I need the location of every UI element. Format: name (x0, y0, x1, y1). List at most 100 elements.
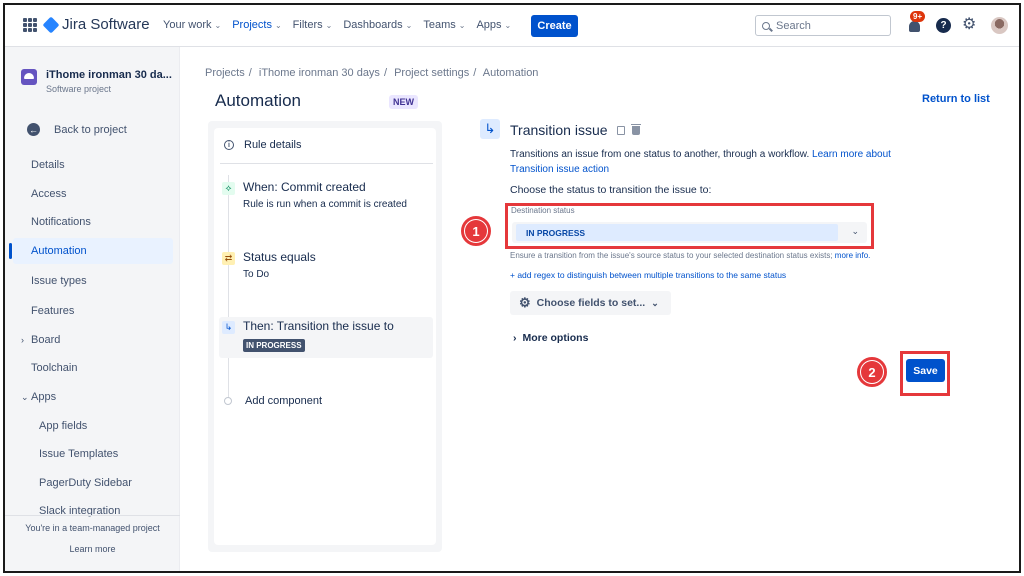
project-type: Software project (46, 84, 112, 94)
breadcrumb-projects[interactable]: Projects (205, 67, 245, 79)
nav-label: Apps (476, 19, 502, 31)
nav-label: Teams (423, 19, 456, 31)
sidebar-item-app-fields[interactable]: App fields (13, 413, 173, 439)
sidebar-item-issue-templates[interactable]: Issue Templates (13, 441, 173, 467)
nav-dashboards[interactable]: Dashboards ⌄ (343, 19, 412, 31)
search-input[interactable]: Search (755, 15, 891, 36)
nav-projects[interactable]: Projects ⌄ (232, 19, 281, 31)
search-placeholder: Search (776, 19, 811, 32)
search-icon (762, 21, 770, 30)
transition-icon: ↳ (222, 321, 235, 334)
project-header[interactable]: iThome ironman 30 da... Software project (21, 69, 172, 94)
chevron-down-icon: ⌄ (405, 20, 413, 30)
condition-subtitle: To Do (243, 269, 270, 280)
project-name: iThome ironman 30 da... (46, 69, 172, 81)
trash-icon[interactable] (631, 124, 641, 135)
user-avatar[interactable] (991, 17, 1008, 34)
sidebar-item-label: Access (31, 188, 67, 200)
add-circle-icon (224, 397, 232, 405)
top-navigation: Jira Software Your work ⌄ Projects ⌄ Filte… (5, 5, 1019, 47)
destination-status-label: Destination status (511, 206, 575, 215)
chevron-down-icon: ⌄ (21, 391, 29, 402)
annotation-marker-2: 2 (857, 357, 887, 387)
action-component[interactable]: ↳ Then: Transition the issue to IN PROGR… (219, 317, 433, 358)
app-switcher-icon[interactable] (23, 18, 37, 32)
nav-label: Projects (232, 19, 272, 31)
nav-teams[interactable]: Teams ⌄ (423, 19, 465, 31)
learn-more-link[interactable]: Learn more (5, 544, 180, 554)
nav-apps[interactable]: Apps ⌄ (476, 19, 511, 31)
sidebar-footer: You're in a team-managed project Learn m… (5, 523, 180, 554)
sidebar-item-issue-types[interactable]: Issue types (13, 268, 173, 294)
marker-number: 2 (861, 361, 883, 383)
sidebar-item-label: Board (31, 334, 61, 346)
trigger-subtitle: Rule is run when a commit is created (243, 199, 407, 210)
copy-icon[interactable] (617, 126, 625, 135)
sidebar-item-automation[interactable]: Automation (9, 238, 173, 264)
marker-number: 1 (465, 220, 487, 242)
breadcrumb-project[interactable]: iThome ironman 30 days (259, 67, 380, 79)
create-button[interactable]: Create (531, 15, 578, 37)
sidebar-item-access[interactable]: Access (13, 181, 173, 207)
chevron-down-icon: ⌄ (851, 226, 859, 236)
screenshot-frame: Jira Software Your work ⌄ Projects ⌄ Filte… (3, 3, 1021, 573)
condition-component[interactable]: ⇄ Status equals To Do (219, 248, 433, 288)
rule-details-divider (220, 163, 433, 164)
settings-gear-icon[interactable]: ⚙ (962, 17, 976, 33)
nav-items: Your work ⌄ Projects ⌄ Filters ⌄ Dashboards… (163, 19, 511, 31)
info-icon: i (224, 140, 234, 150)
sidebar-item-label: Notifications (31, 216, 91, 228)
rule-details-label: Rule details (244, 139, 302, 151)
trigger-title: When: Commit created (243, 180, 366, 194)
annotation-marker-1: 1 (461, 216, 491, 246)
back-to-project-link[interactable]: ← Back to project (27, 123, 127, 136)
nav-filters[interactable]: Filters ⌄ (293, 19, 333, 31)
gear-icon: ⚙ (519, 295, 531, 310)
sidebar-item-pagerduty-sidebar[interactable]: PagerDuty Sidebar (13, 470, 173, 496)
app-name: Jira Software (62, 16, 150, 33)
notification-badge: 9+ (910, 11, 926, 22)
breadcrumb-separator: / (473, 67, 477, 79)
config-title: Transition issue (510, 122, 608, 138)
breadcrumb-separator: / (383, 67, 387, 79)
chevron-down-icon: ⌄ (458, 20, 466, 30)
more-info-link[interactable]: more info. (835, 251, 871, 260)
return-to-list-link[interactable]: Return to list (922, 93, 990, 105)
choose-fields-button[interactable]: ⚙ Choose fields to set... ⌄ (510, 291, 671, 315)
page-title: Automation (215, 91, 301, 110)
nav-label: Dashboards (343, 19, 403, 31)
sidebar-item-board[interactable]: › Board (13, 327, 173, 353)
sidebar-item-label: Features (31, 305, 75, 317)
chevron-right-icon: › (21, 335, 24, 345)
sidebar-item-details[interactable]: Details (13, 152, 173, 178)
rule-details-item[interactable]: i Rule details (224, 139, 301, 151)
sidebar-item-toolchain[interactable]: Toolchain (13, 355, 173, 381)
breadcrumb-automation[interactable]: Automation (483, 67, 539, 79)
add-regex-link[interactable]: + add regex to distinguish between multi… (510, 270, 786, 280)
trigger-component[interactable]: ⟡ When: Commit created Rule is run when … (219, 178, 433, 218)
transition-hint-text: Ensure a transition from the issue's sou… (510, 251, 835, 260)
more-options-toggle[interactable]: › More options (513, 332, 588, 344)
sidebar-item-slack-integration[interactable]: Slack integration (13, 498, 173, 524)
jira-logo[interactable]: Jira Software (42, 16, 150, 33)
chevron-down-icon: ⌄ (274, 20, 282, 30)
chevron-down-icon: ⌄ (325, 20, 333, 30)
sidebar-item-apps[interactable]: ⌄ Apps (13, 384, 173, 410)
chevron-down-icon: ⌄ (504, 20, 512, 30)
add-component-button[interactable]: Add component (224, 395, 322, 407)
sidebar-item-label: Automation (31, 245, 87, 257)
help-icon[interactable]: ? (936, 18, 951, 33)
sidebar: iThome ironman 30 da... Software project… (5, 47, 180, 571)
sidebar-item-features[interactable]: Features (13, 298, 173, 324)
new-badge: NEW (389, 95, 418, 109)
config-description-text: Transitions an issue from one status to … (510, 149, 813, 160)
nav-your-work[interactable]: Your work ⌄ (163, 19, 221, 31)
save-button[interactable]: Save (906, 359, 945, 382)
choose-status-label: Choose the status to transition the issu… (510, 184, 712, 196)
breadcrumb-project-settings[interactable]: Project settings (394, 67, 469, 79)
sidebar-item-label: Issue Templates (39, 448, 119, 460)
commit-icon: ⟡ (222, 182, 235, 195)
action-title: Then: Transition the issue to (243, 319, 394, 333)
sidebar-item-notifications[interactable]: Notifications (13, 209, 173, 235)
destination-status-select[interactable]: IN PROGRESS ⌄ (512, 222, 867, 243)
